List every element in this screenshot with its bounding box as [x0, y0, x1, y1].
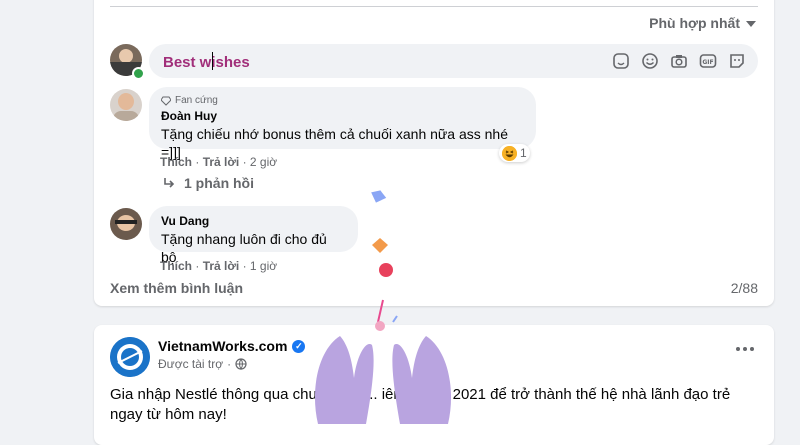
avatar-sticker-icon[interactable]	[728, 52, 746, 70]
badge-label: Fan cứng	[175, 95, 218, 106]
top-fan-badge: Fan cứng	[161, 95, 524, 106]
divider	[110, 6, 758, 7]
comment-author[interactable]: Vu Dang	[161, 214, 346, 228]
comment-time[interactable]: 2 giờ	[250, 155, 277, 169]
more-options-icon[interactable]	[736, 347, 754, 351]
comment-author[interactable]: Đoàn Huy	[161, 109, 524, 123]
comments-card: Phù hợp nhất GIF	[94, 0, 774, 306]
reply-arrow-icon	[164, 178, 175, 188]
text-cursor	[212, 52, 213, 70]
comment-time[interactable]: 1 giờ	[250, 259, 277, 273]
haha-reaction-icon	[502, 145, 517, 161]
view-replies-button[interactable]: 1 phản hồi	[162, 175, 254, 191]
globe-icon	[235, 358, 247, 370]
comment-bubble: Vu Dang Tặng nhang luôn đi cho đủ bộ	[149, 206, 358, 265]
commenter-avatar[interactable]	[110, 208, 142, 240]
comment-bubble: Fan cứng Đoàn Huy Tặng chiếu nhớ bonus t…	[149, 87, 536, 160]
reaction-summary[interactable]: 1	[499, 144, 530, 162]
sort-dropdown[interactable]: Phù hợp nhất	[649, 15, 756, 31]
sort-label: Phù hợp nhất	[649, 15, 740, 31]
sponsored-text: Được tài trợ	[158, 357, 224, 371]
comment-box: GIF	[149, 44, 758, 78]
page-name-link[interactable]: VietnamWorks.com ✓	[158, 338, 306, 354]
view-more-comments-button[interactable]: Xem thêm bình luận	[110, 280, 243, 296]
diamond-icon	[161, 96, 171, 106]
replies-label: 1 phản hồi	[184, 175, 254, 191]
camera-icon[interactable]	[670, 52, 688, 70]
sponsored-post-card: VietnamWorks.com ✓ Được tài trợ · Gia nh…	[94, 325, 774, 445]
commenter-avatar[interactable]	[110, 89, 142, 121]
reaction-count: 1	[520, 146, 527, 160]
gif-icon[interactable]: GIF	[699, 52, 717, 70]
page-name: VietnamWorks.com	[158, 338, 288, 354]
comment-count: 2/88	[730, 280, 758, 296]
svg-text:GIF: GIF	[702, 59, 713, 66]
reply-button[interactable]: Trả lời	[203, 155, 240, 169]
comment-actions: Thích · Trả lời · 2 giờ	[160, 155, 278, 169]
reply-button[interactable]: Trả lời	[203, 259, 240, 273]
post-text: Gia nhập Nestlé thông qua chươ... Qu... …	[110, 386, 731, 423]
comment-actions: Thích · Trả lời · 1 giờ	[160, 259, 278, 273]
sponsored-label[interactable]: Được tài trợ ·	[158, 357, 247, 371]
verified-icon: ✓	[292, 339, 306, 353]
chevron-down-icon	[746, 21, 756, 27]
sticker-icon[interactable]	[612, 52, 630, 70]
like-button[interactable]: Thích	[160, 259, 192, 273]
like-button[interactable]: Thích	[160, 155, 192, 169]
comment-input[interactable]	[161, 50, 605, 74]
page-avatar[interactable]	[110, 337, 150, 377]
online-status-dot	[132, 67, 145, 80]
emoji-icon[interactable]	[641, 52, 659, 70]
